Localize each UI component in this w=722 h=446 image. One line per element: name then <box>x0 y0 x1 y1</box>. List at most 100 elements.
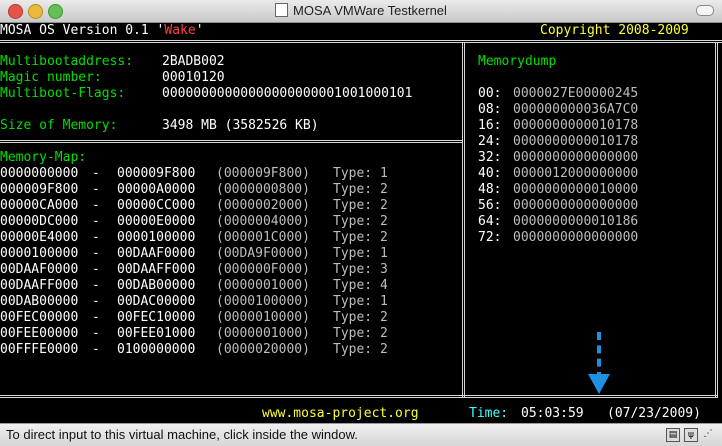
memory-map-start: 00000E4000 <box>0 230 79 245</box>
memory-map-separator: - <box>92 294 100 309</box>
frame-vertical-divider <box>462 42 465 398</box>
window-title: MOSA VMWare Testkernel <box>0 3 722 18</box>
arrow-head-icon <box>588 374 610 394</box>
memorydump-value: 0000000000000000 <box>513 150 639 165</box>
memory-map-start: 00FEE00000 <box>0 326 79 341</box>
memorydump-offset: 32: <box>478 150 502 165</box>
memory-map-end: 00DAAFF000 <box>117 262 196 277</box>
memory-map-start: 0000100000 <box>0 246 79 261</box>
memorydump-offset: 48: <box>478 182 502 197</box>
memory-map-size: (0000002000) <box>216 198 310 213</box>
memory-map-start: 00DAAFF000 <box>0 278 79 293</box>
memory-map-start: 00FEC00000 <box>0 310 79 325</box>
memory-map-separator: - <box>92 230 100 245</box>
magic-number-value: 00010120 <box>162 70 225 85</box>
date-value: (07/23/2009) <box>607 406 701 421</box>
multiboot-address-label: Multibootaddress: <box>0 54 134 69</box>
memory-size-label: Size of Memory: <box>0 118 118 133</box>
memorydump-value: 0000027E00000245 <box>513 86 639 101</box>
memory-map-separator: - <box>92 310 100 325</box>
window-title-text: MOSA VMWare Testkernel <box>293 3 447 18</box>
memory-map-separator: - <box>92 342 100 357</box>
resize-grip-icon[interactable]: ⋰ <box>702 428 714 440</box>
memorydump-title: Memorydump <box>478 54 557 69</box>
memory-map-size: (0000000800) <box>216 182 310 197</box>
memory-map-type: Type: 2 <box>333 230 388 245</box>
memory-map-size: (0000001000) <box>216 326 310 341</box>
os-version-text: MOSA OS Version 0.1 ' <box>0 23 165 38</box>
memory-map-size: (000001C000) <box>216 230 310 245</box>
memorydump-offset: 72: <box>478 230 502 245</box>
memory-map-type: Type: 2 <box>333 326 388 341</box>
memorydump-value: 0000000000010186 <box>513 214 639 229</box>
memory-map-end: 0000100000 <box>117 230 196 245</box>
frame-right-border <box>715 42 718 398</box>
frame-bottom-divider <box>0 395 718 398</box>
memory-map-title: Memory-Map: <box>0 150 87 165</box>
memory-map-end: 00FEC10000 <box>117 310 196 325</box>
memory-map-type: Type: 1 <box>333 166 388 181</box>
memory-map-type: Type: 4 <box>333 278 388 293</box>
document-icon <box>275 3 289 17</box>
memory-map-type: Type: 1 <box>333 246 388 261</box>
usb-icon[interactable]: ψ <box>684 428 698 442</box>
memorydump-offset: 16: <box>478 118 502 133</box>
memory-map-separator: - <box>92 198 100 213</box>
copyright-text: Copyright 2008-2009 <box>540 23 689 38</box>
memorydump-value: 0000000000010178 <box>513 118 639 133</box>
memory-map-start: 00000CA000 <box>0 198 79 213</box>
memory-map-type: Type: 3 <box>333 262 388 277</box>
status-bar: To direct input to this virtual machine,… <box>0 423 722 446</box>
memory-map-start: 0000000000 <box>0 166 79 181</box>
memory-map-end: 000009F800 <box>117 166 196 181</box>
window-titlebar: MOSA VMWare Testkernel <box>0 0 722 23</box>
memory-map-end: 00000CC000 <box>117 198 196 213</box>
os-version-suffix: ' <box>195 23 204 38</box>
memory-map-size: (0000100000) <box>216 294 310 309</box>
memorydump-offset: 08: <box>478 102 502 117</box>
memorydump-offset: 64: <box>478 214 502 229</box>
os-version: MOSA OS Version 0.1 'Wake' <box>0 23 204 39</box>
website-text: www.mosa-project.org <box>262 406 419 421</box>
memory-map-separator: - <box>92 246 100 261</box>
memorydump-value: 0000000000010000 <box>513 182 639 197</box>
memory-map-separator: - <box>92 326 100 341</box>
frame-top-divider <box>0 40 722 43</box>
memory-map-start: 00000DC000 <box>0 214 79 229</box>
memory-map-size: (000009F800) <box>216 166 310 181</box>
os-codename: Wake <box>164 23 196 38</box>
memorydump-offset: 24: <box>478 134 502 149</box>
arrow-down-dashed-icon <box>597 332 601 380</box>
memory-map-type: Type: 2 <box>333 342 388 357</box>
memory-map-size: (0000004000) <box>216 214 310 229</box>
memory-map-separator: - <box>92 214 100 229</box>
memory-map-type: Type: 2 <box>333 214 388 229</box>
time-label: Time: <box>469 406 509 421</box>
memory-map-size: (0000001000) <box>216 278 310 293</box>
memorydump-value: 000000000036A7C0 <box>513 102 639 117</box>
memory-size-value: 3498 MB (3582526 KB) <box>162 118 319 133</box>
vm-screen[interactable]: MOSA OS Version 0.1 'Wake' Copyright 200… <box>0 23 722 423</box>
memory-map-separator: - <box>92 182 100 197</box>
memory-map-size: (00DA9F0000) <box>216 246 310 261</box>
memory-map-end: 00000A0000 <box>117 182 196 197</box>
memory-map-end: 00000E0000 <box>117 214 196 229</box>
memory-map-separator: - <box>92 262 100 277</box>
memory-map-type: Type: 2 <box>333 182 388 197</box>
status-message: To direct input to this virtual machine,… <box>6 427 358 442</box>
memorydump-value: 0000000000010178 <box>513 134 639 149</box>
magic-number-label: Magic number: <box>0 70 102 85</box>
memory-map-end: 00DAB00000 <box>117 278 196 293</box>
toolbar-toggle-button[interactable] <box>696 5 714 16</box>
memorydump-value: 0000012000000000 <box>513 166 639 181</box>
memory-map-size: (0000010000) <box>216 310 310 325</box>
memorydump-offset: 00: <box>478 86 502 101</box>
memory-map-end: 00FEE01000 <box>117 326 196 341</box>
memory-map-end: 0100000000 <box>117 342 196 357</box>
memory-map-type: Type: 2 <box>333 310 388 325</box>
frame-middle-divider <box>0 140 463 143</box>
hard-disk-icon[interactable]: ▤ <box>666 428 680 442</box>
memory-map-start: 00DAAF0000 <box>0 262 79 277</box>
memorydump-offset: 56: <box>478 198 502 213</box>
memory-map-start: 00DAB00000 <box>0 294 79 309</box>
